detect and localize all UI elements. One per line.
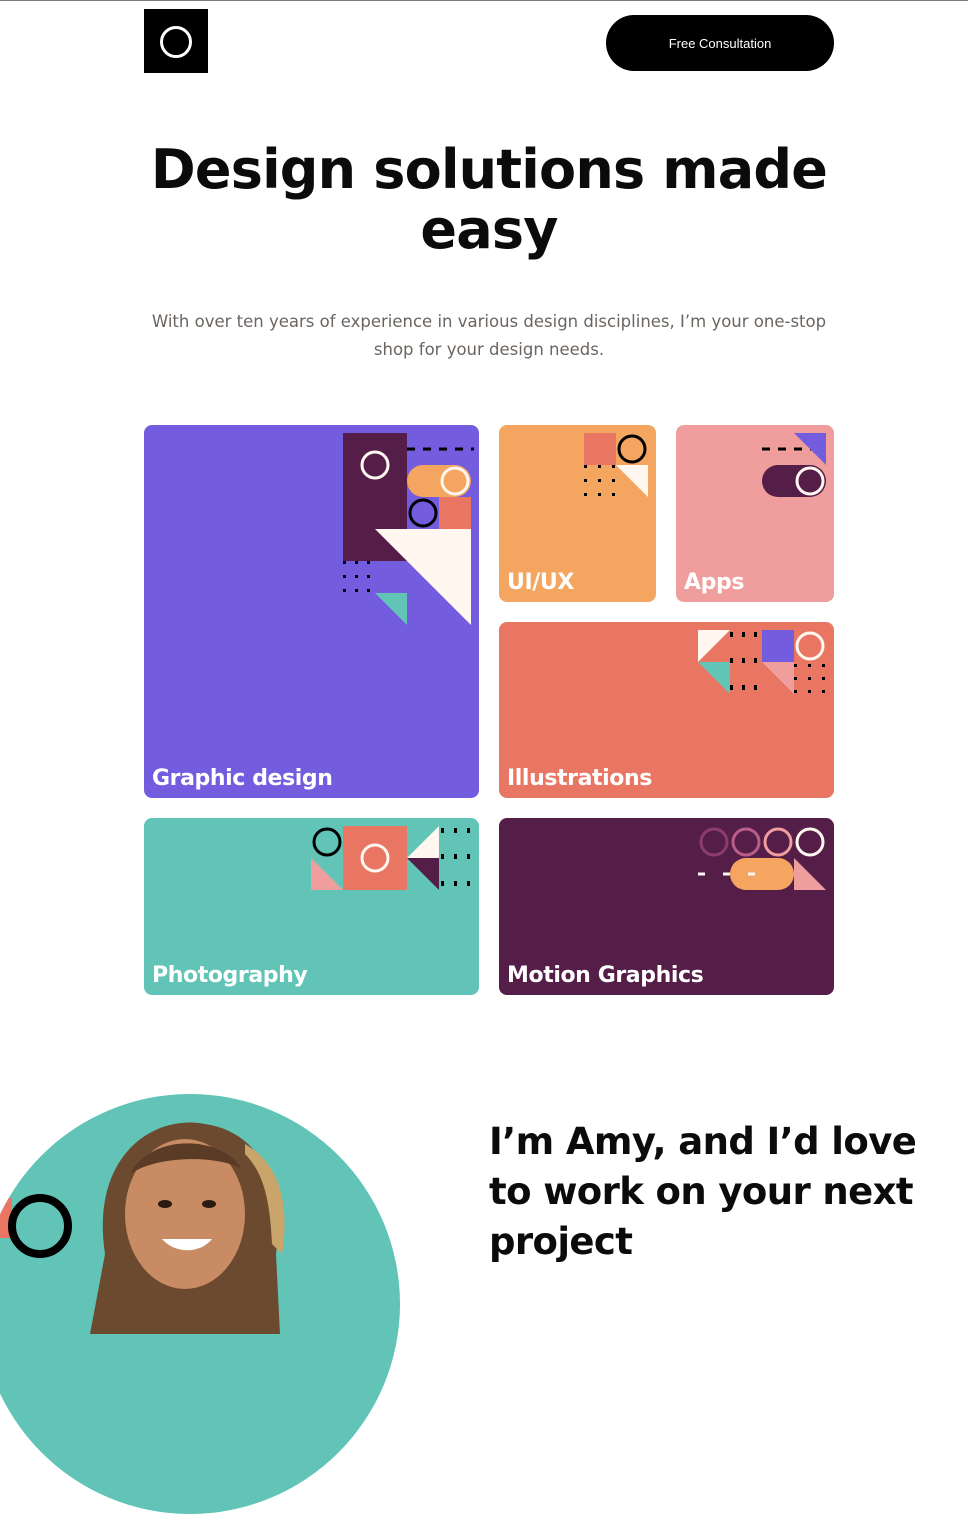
service-card-motion-graphics[interactable]: Motion Graphics [499,818,834,995]
amy-portrait [0,1094,400,1514]
service-card-ui-ux[interactable]: UI/UX [499,425,656,602]
service-label: Photography [152,963,308,988]
service-label: UI/UX [507,570,574,595]
service-label: Apps [684,570,745,595]
logo[interactable] [144,9,208,73]
graphic-design-pattern-icon [343,433,474,625]
hero-title: Design solutions made easy [150,138,828,261]
service-label: Illustrations [507,766,652,791]
service-label: Graphic design [152,766,333,791]
service-card-photography[interactable]: Photography [144,818,479,995]
service-label: Motion Graphics [507,963,704,988]
hero-subtitle: With over ten years of experience in var… [151,312,827,359]
about-title: I’m Amy, and I’d love to work on your ne… [489,1120,917,1263]
service-card-illustrations[interactable]: Illustrations [499,622,834,798]
service-card-apps[interactable]: Apps [676,425,834,602]
top-border [0,0,968,1]
service-card-graphic-design[interactable]: Graphic design [144,425,479,798]
free-consultation-button[interactable]: Free Consultation [606,15,834,71]
